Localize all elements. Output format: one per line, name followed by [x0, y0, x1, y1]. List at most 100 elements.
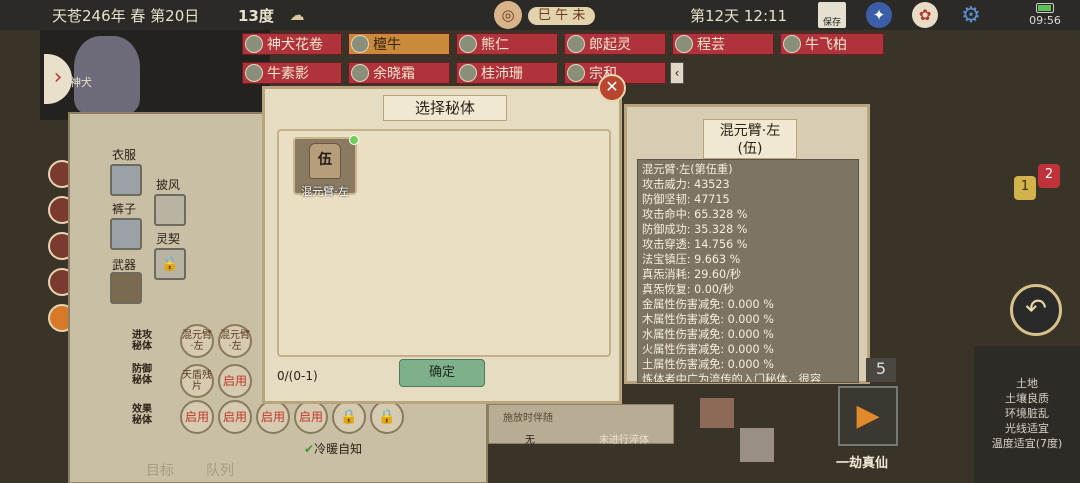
- name-tab[interactable]: 桂沛珊: [456, 62, 558, 84]
- battery-icon: [1036, 3, 1054, 13]
- weapon-slot[interactable]: [110, 272, 142, 304]
- tile-info: 土地 土壤良质 环境脏乱 光线适宜 温度适宜(7度): [974, 346, 1080, 483]
- select-secret-dialog: 选择秘体 伍 混元臂·左 0/(0-1) 确定: [262, 86, 622, 404]
- toggle-warmth[interactable]: ✔冷暖自知: [304, 440, 362, 457]
- play-icon[interactable]: ▶: [838, 386, 898, 446]
- detail-title: 混元臂·左 (伍): [703, 119, 797, 159]
- tile-info-line: 土地: [1016, 377, 1038, 390]
- avatar: [567, 35, 585, 53]
- check-icon: ✔: [304, 442, 315, 456]
- attack-secret-slot[interactable]: 混元臂·左: [180, 324, 214, 358]
- calendar-date: 天苍246年 春 第20日: [52, 7, 200, 25]
- stat-line: 防御坚韧: 47715: [642, 193, 730, 206]
- season-dial-icon[interactable]: ◎: [494, 1, 522, 29]
- name-tab[interactable]: 程芸: [672, 33, 774, 55]
- equip-label-pants: 裤子: [112, 202, 137, 216]
- compass-icon[interactable]: ✦: [866, 2, 892, 28]
- avatar: [245, 35, 263, 53]
- stat-line: 防御成功: 35.328 %: [642, 223, 748, 236]
- stats-list: 混元臂·左(第伍重) 攻击威力: 43523 防御坚韧: 47715 攻击命中:…: [637, 159, 859, 383]
- use-slot[interactable]: 启用: [294, 400, 328, 434]
- refine-value: 无: [525, 435, 535, 446]
- save-label: 保存: [822, 18, 841, 28]
- equip-label-spirit: 灵契: [156, 232, 181, 246]
- secret-label-effect: 效果秘体: [132, 404, 152, 426]
- refine-status-row: 无 未进行淬体 施放时伴随: [488, 404, 674, 446]
- stat-line: 火属性伤害减免: 0.000 %: [642, 343, 774, 356]
- stat-line: 攻击穿透: 14.756 %: [642, 238, 748, 251]
- faded-line: 施放时伴随: [503, 413, 553, 424]
- secret-label-defense: 防御秘体: [132, 364, 152, 386]
- tile-info-line: 环境脏乱: [1005, 407, 1049, 420]
- tile-info-line: 土壤良质: [1005, 392, 1049, 405]
- gear-icon[interactable]: ⚙: [958, 2, 984, 28]
- avatar: [351, 64, 369, 82]
- use-slot[interactable]: 启用: [256, 400, 290, 434]
- use-slot[interactable]: 启用: [218, 400, 252, 434]
- shichen-indicator: 巳 午 未: [528, 7, 596, 25]
- character-portrait-area: 神犬: [40, 30, 270, 120]
- secret-label-attack: 进攻秘体: [132, 330, 152, 352]
- name-tab[interactable]: 神犬花卷: [242, 33, 342, 55]
- use-slot[interactable]: 启用: [218, 364, 252, 398]
- secret-item[interactable]: 伍 混元臂·左: [293, 135, 359, 198]
- save-button[interactable]: 保存: [818, 2, 846, 28]
- stat-line: 攻击命中: 65.328 %: [642, 208, 748, 221]
- day-clock: 第12天 12:11: [690, 7, 788, 25]
- avatar: [567, 64, 585, 82]
- avatar: [783, 35, 801, 53]
- back-icon[interactable]: ↶: [1010, 284, 1062, 336]
- close-icon[interactable]: ✕: [598, 74, 626, 102]
- name-tab[interactable]: 余晓霜: [348, 62, 450, 84]
- use-slot[interactable]: 启用: [180, 400, 214, 434]
- stat-line: 金属性伤害减免: 0.000 %: [642, 298, 774, 311]
- tile-info-line: 温度适宜(7度): [991, 437, 1063, 450]
- count-badge: 5: [866, 358, 896, 382]
- defense-secret-slot[interactable]: 天盾残片: [180, 364, 214, 398]
- palette-icon[interactable]: ✿: [912, 2, 938, 28]
- name-tab[interactable]: 牛素影: [242, 62, 342, 84]
- notice-bubble[interactable]: 1: [1014, 176, 1036, 200]
- stat-line: 木属性伤害减免: 0.000 %: [642, 313, 774, 326]
- new-dot-icon: [349, 135, 359, 145]
- lock-icon: 🔒: [154, 248, 186, 280]
- pants-slot[interactable]: [110, 218, 142, 250]
- stat-line: 法宝镇压: 9.663 %: [642, 253, 741, 266]
- nav-queue[interactable]: 队列: [206, 460, 234, 480]
- stat-line: 真炁恢复: 0.00/秒: [642, 283, 734, 296]
- tool-icon[interactable]: [700, 398, 734, 428]
- weather-icon: ☁: [289, 6, 305, 24]
- stat-line: 真炁消耗: 29.60/秒: [642, 268, 742, 281]
- secret-grid: 伍 混元臂·左: [277, 129, 611, 357]
- name-tab[interactable]: 郎起灵: [564, 33, 666, 55]
- tile-info-line: 光线适宜: [1005, 422, 1049, 435]
- stat-line: 混元臂·左(第伍重): [642, 163, 733, 176]
- character-label: 神犬: [70, 76, 92, 89]
- tabs-scroll-left-button[interactable]: ‹: [670, 62, 684, 84]
- selection-count: 0/(0-1): [277, 369, 318, 383]
- equip-label-clothes: 衣服: [112, 148, 137, 162]
- avatar: [245, 64, 263, 82]
- avatar: [459, 64, 477, 82]
- close-tool-icon[interactable]: [740, 428, 774, 462]
- refine-state: 未进行淬体: [599, 435, 649, 446]
- lock-icon: 🔒: [332, 400, 366, 434]
- stat-line: 攻击威力: 43523: [642, 178, 730, 191]
- equip-label-weapon: 武器: [112, 258, 137, 272]
- avatar: [675, 35, 693, 53]
- confirm-button[interactable]: 确定: [399, 359, 485, 387]
- nav-target[interactable]: 目标: [146, 460, 174, 480]
- avatar: [459, 35, 477, 53]
- alert-bubble[interactable]: 2: [1038, 164, 1060, 188]
- cloak-slot[interactable]: [154, 194, 186, 226]
- name-tab-selected[interactable]: 檀牛: [348, 33, 450, 55]
- system-clock: 09:56: [1029, 14, 1061, 27]
- name-tab[interactable]: 牛飞柏: [780, 33, 884, 55]
- avatar: [351, 35, 369, 53]
- stat-line: 土属性伤害减免: 0.000 %: [642, 358, 774, 371]
- status-bar: 09:56: [1010, 0, 1080, 30]
- name-tab[interactable]: 熊仁: [456, 33, 558, 55]
- top-bar: 天苍246年 春 第20日 13度 ☁ ◎ 巳 午 未 第12天 12:11 保…: [0, 0, 1080, 30]
- clothes-slot[interactable]: [110, 164, 142, 196]
- attack-secret-slot[interactable]: 混元臂·左: [218, 324, 252, 358]
